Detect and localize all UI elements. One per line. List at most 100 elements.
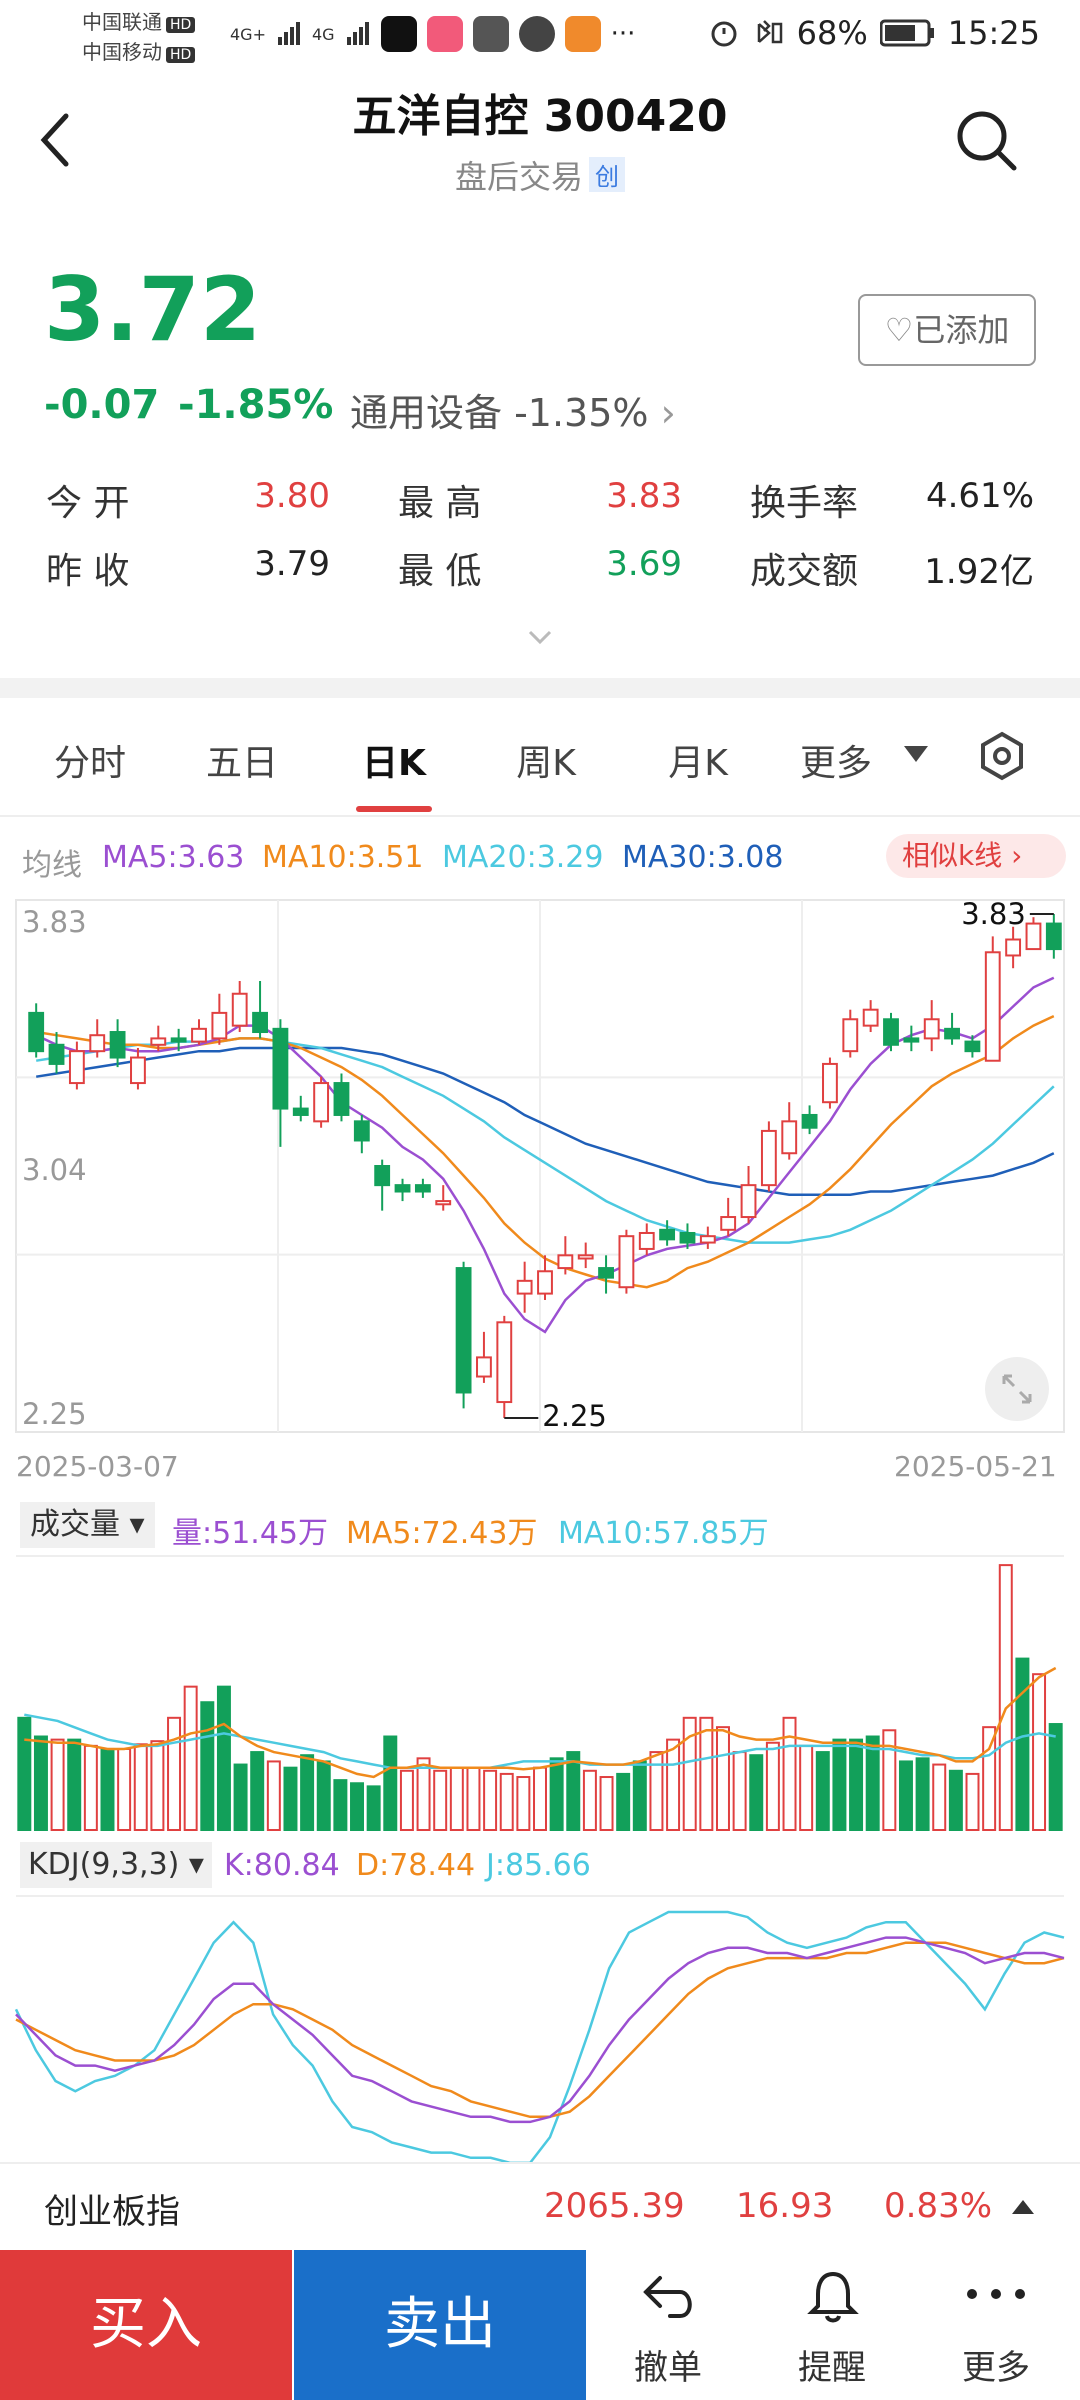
kdj-d-line: [15, 1941, 1065, 2119]
search-icon[interactable]: [954, 108, 1018, 172]
candle-body: [903, 1037, 920, 1043]
volume-bar: [632, 1760, 647, 1831]
section-divider: [0, 678, 1080, 698]
volume-bar: [898, 1760, 913, 1831]
volume-ma10: MA10:57.85万: [558, 1516, 769, 1551]
volume-bar: [399, 1769, 414, 1831]
volume-bar: [266, 1760, 281, 1831]
candle-body: [638, 1231, 655, 1250]
volume-chart[interactable]: [0, 1552, 1080, 1834]
ma-legend-label: 均线: [22, 848, 82, 883]
volume-bar: [383, 1735, 398, 1831]
volume-bar: [982, 1726, 997, 1832]
buy-button[interactable]: 买入: [0, 2250, 292, 2400]
notification-icons: 4G+ 4G ···: [230, 16, 635, 52]
volume-ma5: MA5:72.43万: [346, 1516, 538, 1551]
candle-body: [964, 1040, 981, 1053]
volume-bar: [566, 1751, 581, 1831]
candle-body: [740, 1184, 757, 1219]
volume-bar: [350, 1782, 365, 1831]
ma30-legend: MA30:3.08: [622, 840, 784, 875]
more-dots-icon: [967, 2289, 1025, 2299]
similar-k-button[interactable]: 相似k线 ›: [886, 834, 1066, 878]
candle-body: [659, 1228, 676, 1241]
industry-link[interactable]: 通用设备 -1.35% ›: [350, 382, 676, 437]
ma5-legend: MA5:3.63: [102, 840, 245, 875]
volume-bar: [915, 1757, 930, 1831]
more-button[interactable]: 更多: [916, 2250, 1076, 2400]
kdj-j-line: [14, 1910, 1065, 2162]
volume-bar: [250, 1751, 265, 1831]
volume-bar: [549, 1757, 564, 1831]
tab-monthly-k[interactable]: 月K: [638, 734, 758, 786]
volume-bar: [948, 1769, 963, 1831]
volume-bar: [316, 1760, 331, 1831]
candle-body: [577, 1254, 594, 1260]
fullscreen-icon[interactable]: [984, 1356, 1050, 1422]
low-label: 最 低: [398, 551, 482, 592]
volume-bar: [765, 1741, 780, 1831]
tab-more[interactable]: 更多: [776, 734, 896, 786]
volume-bar: [433, 1769, 448, 1831]
kdj-chart[interactable]: [0, 1892, 1080, 2162]
candle-body: [1045, 922, 1062, 951]
signal-bars-icon: [277, 22, 300, 45]
volume-indicator-select[interactable]: 成交量 ▾: [20, 1502, 155, 1548]
app-icon-bag: [472, 16, 509, 52]
tab-intraday[interactable]: 分时: [30, 734, 150, 786]
candle-body: [170, 1037, 187, 1043]
expand-up-icon[interactable]: [1010, 2196, 1036, 2216]
tab-daily-k[interactable]: 日K: [334, 734, 454, 786]
candle-body: [618, 1235, 635, 1289]
candle-body: [28, 1011, 45, 1053]
candle-body: [231, 992, 248, 1027]
status-right: 68% 15:25: [709, 14, 1040, 52]
ma30-line: [36, 1046, 1055, 1196]
candle-body: [394, 1184, 411, 1193]
alert-button[interactable]: 提醒: [752, 2250, 912, 2400]
candlestick-chart[interactable]: 3.83 3.04 2.25 3.83 2.25: [0, 890, 1080, 1440]
kdj-indicator-select[interactable]: KDJ(9,3,3) ▾: [20, 1842, 212, 1888]
ma20-line: [36, 1037, 1055, 1244]
y-label-mid: 3.04: [22, 1153, 87, 1187]
prev-close-value: 3.79: [254, 544, 330, 584]
volume-bar: [449, 1766, 464, 1832]
index-ticker-bar[interactable]: 创业板指 2065.39 16.93 0.83%: [0, 2162, 1080, 2250]
stock-title: 五洋自控 300420: [352, 91, 728, 142]
heart-icon: ♡: [884, 311, 914, 349]
volume-bar: [17, 1716, 32, 1831]
app-icon-orange: [564, 16, 601, 52]
tab-weekly-k[interactable]: 周K: [486, 734, 606, 786]
expand-chevron-icon[interactable]: [526, 628, 554, 648]
price-change-pct: -1.85%: [178, 382, 334, 428]
tab-five-day[interactable]: 五日: [182, 734, 302, 786]
index-value: 2065.39: [544, 2186, 685, 2226]
volume-bar: [582, 1769, 597, 1831]
volume-bar: [117, 1747, 132, 1831]
candle-body: [781, 1120, 798, 1155]
candle-body: [557, 1254, 574, 1270]
watchlist-added-button[interactable]: ♡已添加: [858, 294, 1036, 366]
y-label-top: 3.83: [22, 905, 87, 939]
turnover-value: 4.61%: [925, 476, 1034, 516]
active-tab-indicator: [356, 806, 432, 812]
candle-body: [984, 951, 1001, 1062]
open-value: 3.80: [254, 476, 330, 516]
kdj-d-value: D:78.44: [356, 1848, 476, 1883]
battery-percent: 68%: [796, 14, 868, 52]
ma10-line: [36, 1014, 1055, 1289]
candle-body: [68, 1050, 85, 1085]
kdj-k-line: [15, 1936, 1065, 2124]
candle-body: [598, 1267, 614, 1279]
title-bar: 五洋自控 300420 盘后交易创: [0, 70, 1080, 220]
chart-settings-icon[interactable]: [976, 730, 1028, 782]
cancel-order-button[interactable]: 撤单: [588, 2250, 748, 2400]
volume-bar: [932, 1763, 947, 1831]
candle-body: [537, 1270, 553, 1295]
tiktok-icon: [380, 16, 417, 52]
sell-button[interactable]: 卖出: [294, 2250, 586, 2400]
volume-bar: [1032, 1673, 1047, 1831]
dropdown-triangle-icon[interactable]: [902, 744, 930, 764]
volume-bar: [715, 1726, 730, 1832]
more-notifications-icon: ···: [610, 19, 636, 49]
